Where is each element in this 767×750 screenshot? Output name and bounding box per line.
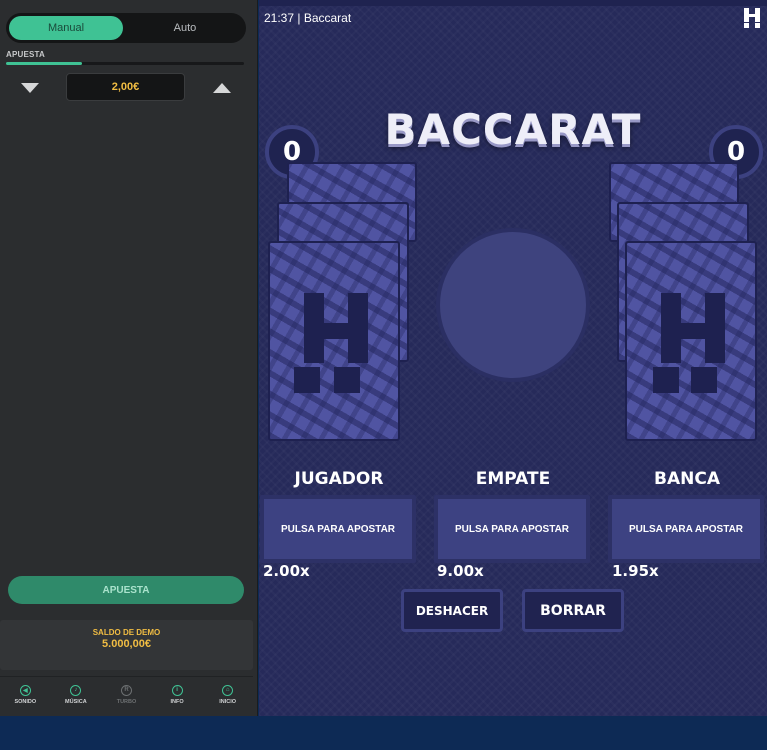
info-label: INFO [170,698,184,705]
chevron-up-icon [213,83,231,93]
music-button[interactable]: ♪ MÚSICA [51,677,102,712]
banker-bet-area[interactable]: PULSA PARA APOSTAR [608,495,764,563]
bet-slider[interactable] [6,62,244,65]
increase-bet-button[interactable] [209,78,235,98]
banker-card-back [625,241,757,441]
player-card-back [268,241,400,441]
clock-time: 21:37 [264,11,295,25]
turbo-icon: R [120,684,132,696]
card-logo-icon [294,293,372,397]
turbo-label: TURBO [116,698,137,705]
banker-odds: 1.95x [612,562,659,580]
home-label: INICIO [219,698,237,705]
music-note-icon: ♪ [70,684,82,696]
bet-amount-field[interactable]: 2,00€ [66,73,185,101]
undo-button[interactable]: DESHACER [401,589,503,632]
manual-mode-button[interactable]: Manual [9,16,123,40]
turbo-button[interactable]: R TURBO [101,677,152,712]
info-icon: i [171,684,183,696]
demo-balance: SALDO DE DEMO 5.000,00€ [0,620,253,670]
bottom-menu-bar: ◀ SONIDO ♪ MÚSICA R TURBO i INFO ⌂ INICI… [0,676,253,712]
balance-label: SALDO DE DEMO [92,628,161,637]
player-label: JUGADOR [294,469,384,489]
game-header-strip [259,0,767,6]
dealer-circle [436,228,590,382]
tie-bet-area[interactable]: PULSA PARA APOSTAR [434,495,590,563]
banker-label: BANCA [654,469,720,489]
home-icon: ⌂ [222,684,234,696]
info-button[interactable]: i INFO [152,677,203,712]
chevron-down-icon [21,83,39,93]
place-bet-button[interactable]: APUESTA [8,576,244,604]
app-root: Manual Auto APUESTA 2,00€ APUESTA SALDO … [0,0,767,750]
sound-button[interactable]: ◀ SONIDO [0,677,51,712]
auto-mode-button[interactable]: Auto [128,16,242,40]
tie-label: EMPATE [475,469,551,489]
speaker-icon: ◀ [19,684,31,696]
provider-logo-icon [744,8,760,28]
bet-slider-fill [6,62,83,65]
decrease-bet-button[interactable] [17,78,43,98]
game-clock: 21:37 | Baccarat [264,11,351,25]
card-logo-icon [653,293,729,397]
home-button[interactable]: ⌂ INICIO [202,677,253,712]
music-label: MÚSICA [65,698,87,705]
balance-value: 5.000,00€ [102,638,151,650]
clear-button[interactable]: BORRAR [522,589,624,632]
game-name: Baccarat [303,11,352,25]
bet-label: APUESTA [6,50,46,59]
game-table: 21:37 | Baccarat BACCARAT 0 0 JUGADOR EM… [259,0,767,716]
game-title: BACCARAT [384,105,642,154]
tie-odds: 9.00x [437,562,484,580]
mode-toggle: Manual Auto [6,13,246,43]
bet-control-panel: Manual Auto APUESTA 2,00€ APUESTA SALDO … [0,0,258,716]
player-odds: 2.00x [263,562,310,580]
player-bet-area[interactable]: PULSA PARA APOSTAR [260,495,416,563]
sound-label: SONIDO [14,698,37,705]
